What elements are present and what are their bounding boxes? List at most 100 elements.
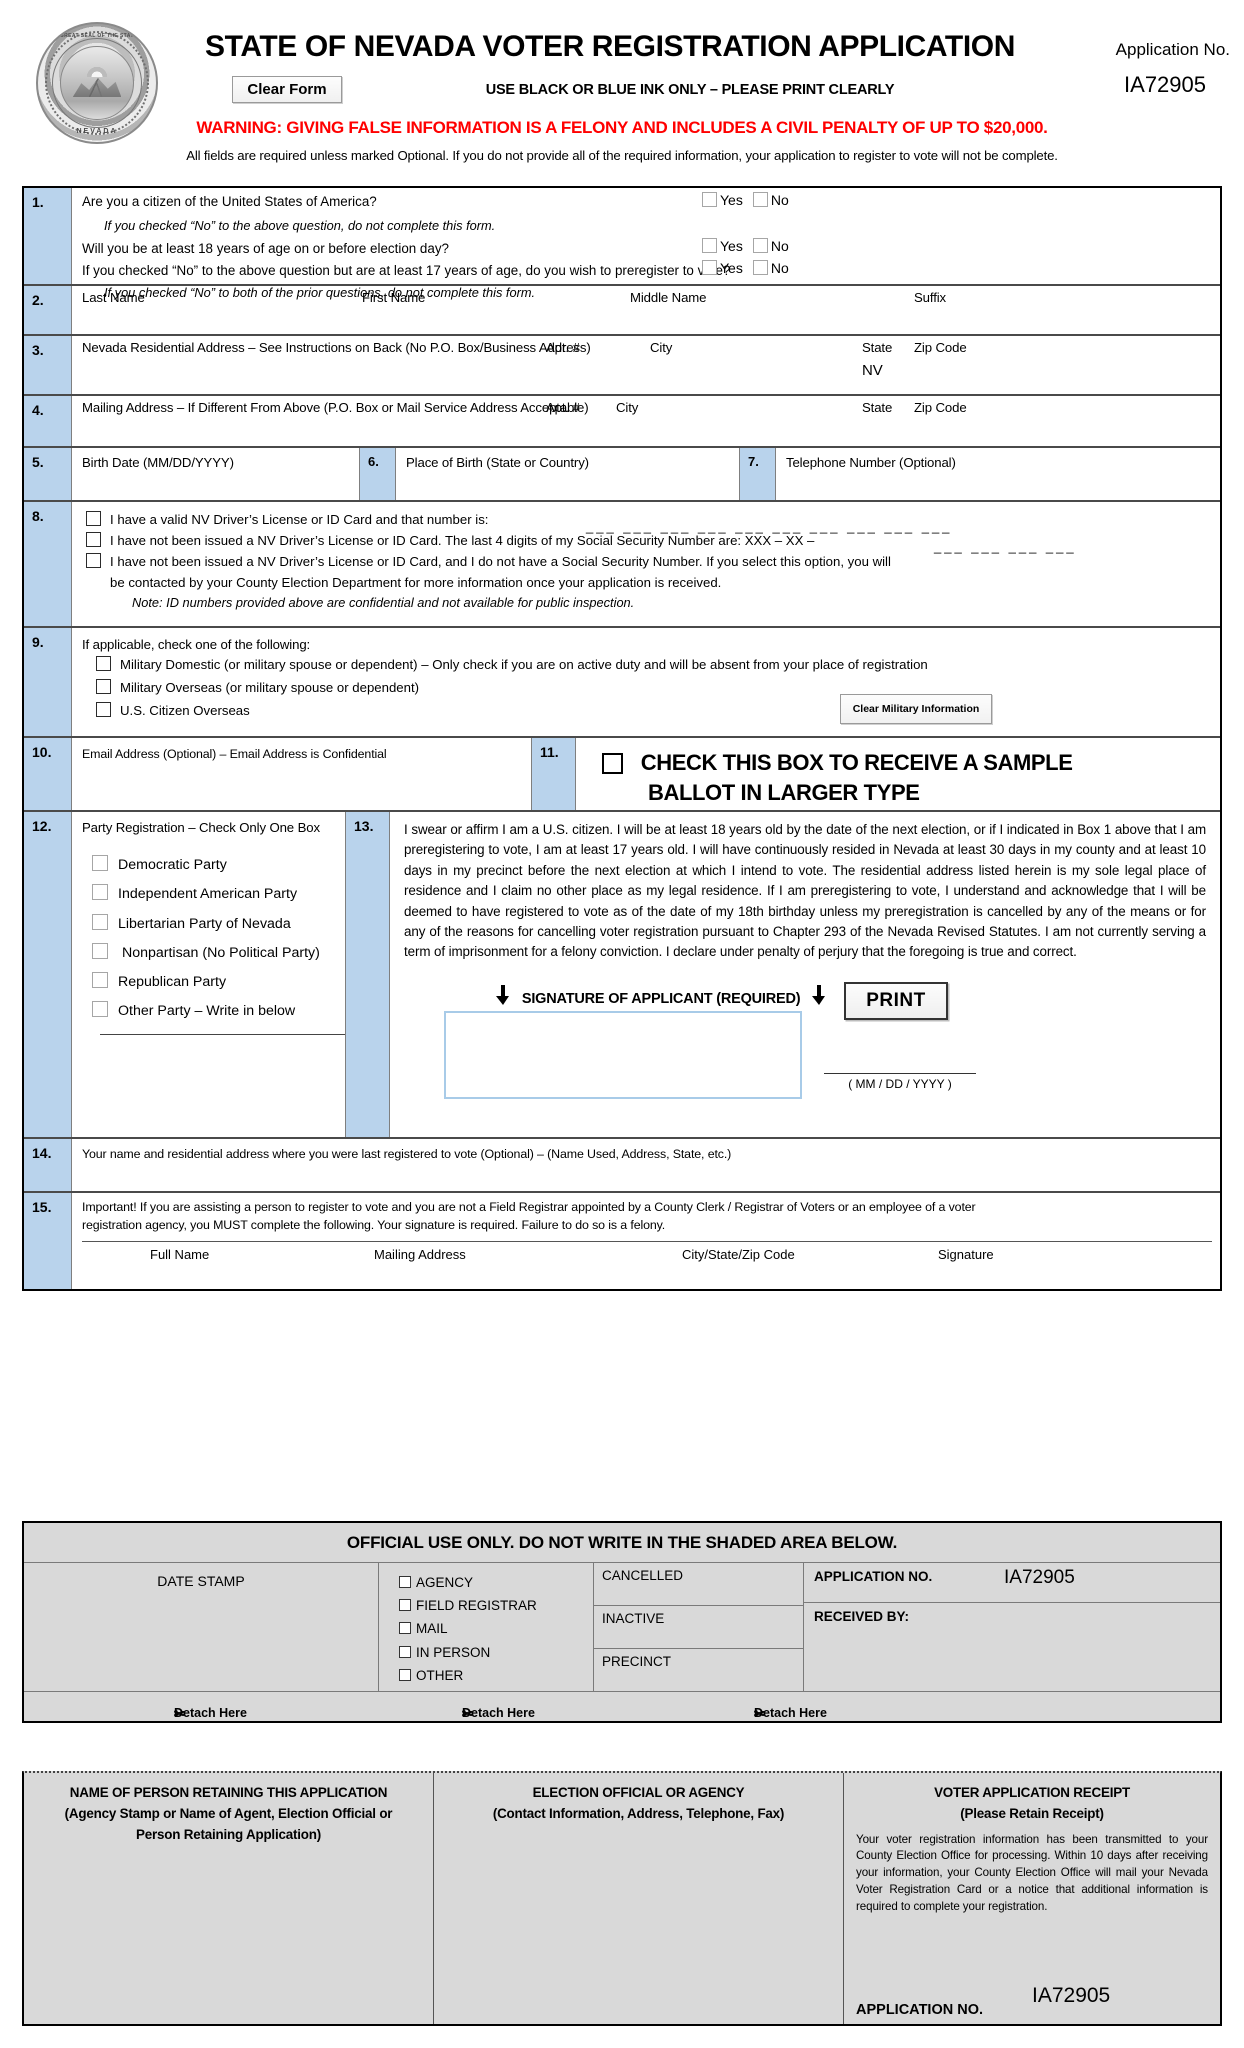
citizen-yes-checkbox[interactable] [702, 192, 717, 207]
ink-instruction: USE BLACK OR BLUE INK ONLY – PLEASE PRIN… [485, 82, 895, 98]
section-2-number: 2. [24, 286, 72, 334]
field-registrar-checkbox[interactable] [399, 1599, 411, 1612]
section-15-number: 15. [24, 1192, 72, 1289]
agency-checkbox[interactable] [399, 1576, 411, 1588]
method-agency[interactable]: AGENCY [399, 1571, 593, 1594]
libertarian-party-checkbox[interactable] [92, 913, 108, 930]
preregister-yes-checkbox[interactable] [702, 260, 717, 275]
democratic-party-checkbox[interactable] [92, 855, 108, 872]
election-official-line1: ELECTION OFFICIAL OR AGENCY [532, 1785, 745, 1800]
mailing-zip-label: Zip Code [914, 400, 967, 415]
method-label: FIELD REGISTRAR [416, 1598, 537, 1614]
email-label: Email Address (Optional) – Email Address… [82, 747, 387, 761]
seal-top-text: THE GREAT SEAL OF THE STATE OF [46, 33, 148, 39]
method-in-person[interactable]: IN PERSON [399, 1641, 593, 1664]
party-option-libertarian[interactable]: Libertarian Party of Nevada [92, 913, 345, 932]
section-3-number: 3. [24, 336, 72, 394]
oath-block: I swear or affirm I am a U.S. citizen. I… [390, 812, 1220, 1137]
signature-date-hint: ( MM / DD / YYYY ) [848, 1076, 952, 1091]
party-option-republican[interactable]: Republican Party [92, 971, 345, 989]
election-official-line2: (Contact Information, Address, Telephone… [492, 1805, 785, 1821]
has-nv-license-checkbox[interactable] [86, 511, 101, 526]
mail-checkbox[interactable] [399, 1622, 411, 1635]
in-person-checkbox[interactable] [399, 1645, 411, 1658]
signature-area: SIGNATURE OF APPLICANT (REQUIRED) PRINT … [404, 977, 1206, 1127]
previous-registration-label: Your name and residential address where … [82, 1146, 732, 1161]
method-field-registrar[interactable]: FIELD REGISTRAR [399, 1594, 593, 1617]
section-9-number: 9. [24, 628, 72, 736]
retaining-line1: NAME OF PERSON RETAINING THIS APPLICATIO… [69, 1785, 388, 1800]
military-overseas-checkbox[interactable] [96, 678, 111, 694]
age18-yesno-group: Yes No [702, 238, 789, 254]
place-of-birth-label: Place of Birth (State or Country) [406, 455, 589, 470]
clear-military-information-button[interactable]: Clear Military Information [840, 694, 992, 724]
signature-date-line[interactable] [824, 1072, 976, 1074]
sample-ballot-block[interactable]: CHECK THIS BOX TO RECEIVE A SAMPLE BALLO… [576, 738, 1220, 810]
precinct-cell[interactable]: PRECINCT [594, 1649, 803, 1691]
method-other[interactable]: OTHER [399, 1664, 593, 1687]
official-application-no-value: IA72905 [1004, 1567, 1075, 1588]
previous-registration-field[interactable]: Your name and residential address where … [72, 1139, 1220, 1191]
other-party-writein-input[interactable] [100, 1034, 345, 1036]
print-button[interactable]: PRINT [844, 981, 948, 1020]
other-checkbox[interactable] [399, 1668, 411, 1681]
inactive-cell[interactable]: INACTIVE [594, 1606, 803, 1649]
birth-date-field[interactable]: Birth Date (MM/DD/YYYY) [72, 448, 360, 500]
military-domestic-option[interactable]: Military Domestic (or military spouse or… [96, 654, 1212, 677]
preregister-yesno-group: Yes No [702, 260, 789, 276]
no-license-has-ssn-checkbox[interactable] [86, 531, 101, 547]
place-of-birth-field[interactable]: Place of Birth (State or Country) [396, 448, 740, 500]
party-option-nonpartisan[interactable]: Nonpartisan (No Political Party) [92, 942, 345, 961]
state-label: State [862, 340, 893, 355]
retaining-person-column: NAME OF PERSON RETAINING THIS APPLICATIO… [24, 1773, 434, 2024]
page-title: STATE OF NEVADA VOTER REGISTRATION APPLI… [205, 30, 1015, 63]
sample-ballot-checkbox[interactable] [602, 753, 623, 774]
military-overseas-option[interactable]: Military Overseas (or military spouse or… [96, 677, 1212, 700]
dl-option-3[interactable]: I have not been issued a NV Driver’s Lic… [86, 552, 1212, 573]
last-name-label: Last Name [82, 290, 145, 305]
age18-yes-checkbox[interactable] [702, 238, 717, 253]
republican-party-checkbox[interactable] [92, 971, 108, 988]
independent-american-party-checkbox[interactable] [92, 884, 108, 901]
telephone-field[interactable]: Telephone Number (Optional) [776, 448, 1220, 500]
cancelled-cell[interactable]: CANCELLED [594, 1563, 803, 1606]
signature-input[interactable] [444, 1010, 802, 1099]
no-license-no-ssn-checkbox[interactable] [86, 552, 101, 568]
city-label: City [650, 340, 673, 355]
name-fields[interactable]: Last Name First Name Middle Name Suffix [72, 286, 1220, 334]
military-domestic-checkbox[interactable] [96, 656, 111, 672]
no-label: No [770, 260, 789, 276]
residential-address-fields[interactable]: Nevada Residential Address – See Instruc… [72, 336, 1220, 394]
mailing-address-label: Mailing Address – If Different From Abov… [82, 400, 589, 415]
telephone-label: Telephone Number (Optional) [786, 455, 956, 470]
section-5-6-7-row: 5. Birth Date (MM/DD/YYYY) 6. Place of B… [24, 448, 1220, 502]
mailing-address-fields[interactable]: Mailing Address – If Different From Abov… [72, 396, 1220, 446]
citizen-overseas-checkbox[interactable] [96, 701, 111, 717]
other-party-checkbox[interactable] [92, 1001, 108, 1018]
scissors-icon: ✄ [174, 1707, 185, 1721]
clear-form-button[interactable]: Clear Form [232, 76, 342, 103]
party-label: Nonpartisan (No Political Party) [118, 944, 320, 961]
section-4-row: 4. Mailing Address – If Different From A… [24, 396, 1220, 448]
method-mail[interactable]: MAIL [399, 1617, 593, 1640]
mailing-city-label: City [616, 400, 639, 415]
citizen-overseas-option[interactable]: U.S. Citizen Overseas [96, 700, 1212, 723]
dl-option-2[interactable]: I have not been issued a NV Driver’s Lic… [86, 519, 1212, 554]
zip-label: Zip Code [914, 340, 967, 355]
email-field[interactable]: Email Address (Optional) – Email Address… [72, 738, 532, 810]
apt-label: Apt. # [546, 340, 580, 355]
party-option-democratic[interactable]: Democratic Party [92, 855, 345, 872]
party-label: Libertarian Party of Nevada [118, 915, 291, 932]
party-option-independent-american[interactable]: Independent American Party [92, 884, 345, 901]
age18-no-checkbox[interactable] [752, 238, 768, 253]
preregister-no-checkbox[interactable] [752, 260, 768, 275]
assistant-mailing-header: Mailing Address [374, 1246, 466, 1262]
nonpartisan-checkbox[interactable] [92, 942, 108, 959]
section-7-number: 7. [740, 448, 776, 500]
citizen-no-checkbox[interactable] [752, 192, 768, 207]
received-by-cell[interactable]: RECEIVED BY: [804, 1603, 1220, 1691]
receipt-application-no-value: IA72905 [1032, 1984, 1111, 2007]
section-12-13-row: 12. Party Registration – Check Only One … [24, 812, 1220, 1139]
yes-label: Yes [720, 260, 743, 276]
party-option-other[interactable]: Other Party – Write in below [92, 1001, 345, 1018]
